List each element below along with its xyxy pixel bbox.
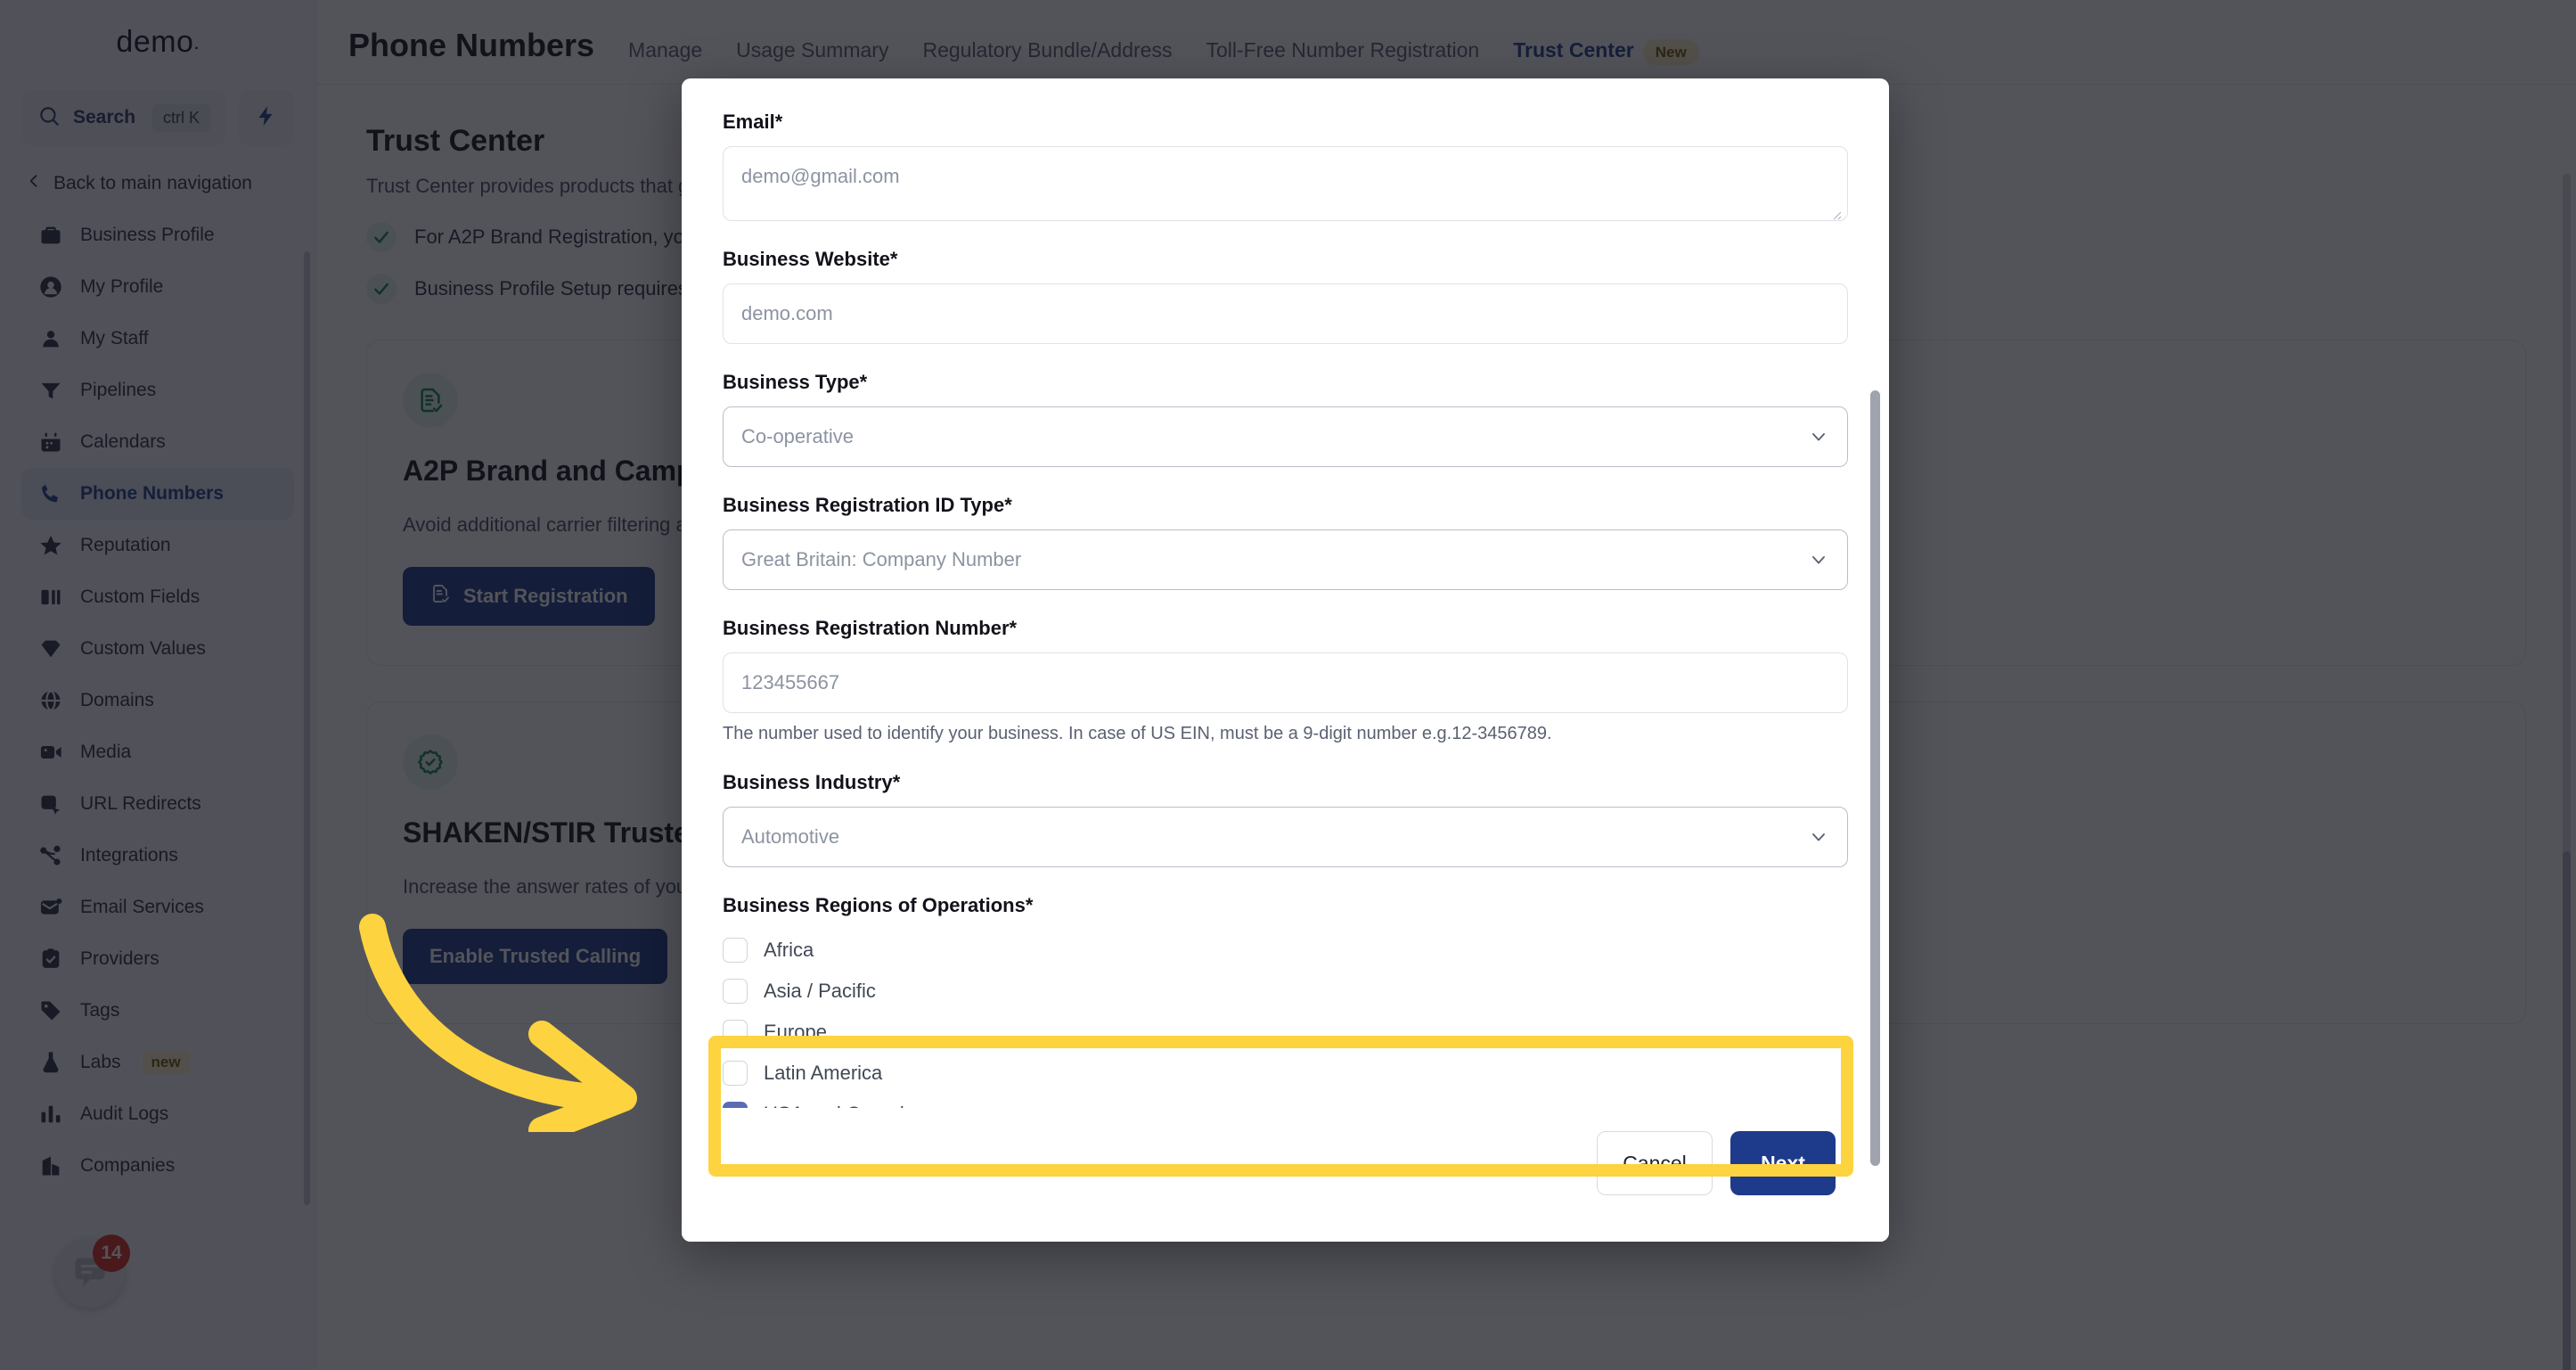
checkbox-label: Europe bbox=[764, 1021, 827, 1043]
field-label: Business Industry* bbox=[723, 771, 901, 793]
cancel-button[interactable]: Cancel bbox=[1597, 1131, 1713, 1195]
business-profile-modal: Email* demo@gmail.com Business Website* … bbox=[682, 78, 1889, 1242]
business-industry-select[interactable]: Automotive bbox=[723, 807, 1848, 867]
modal-scrollbar[interactable] bbox=[1870, 390, 1880, 1166]
regions-checkbox-list: Africa Asia / Pacific Europe Latin Ameri… bbox=[723, 930, 1848, 1135]
business-registration-id-type-value: Great Britain: Company Number bbox=[741, 548, 1022, 570]
field-label: Business Registration Number* bbox=[723, 617, 1018, 639]
resize-grip-icon[interactable] bbox=[1829, 202, 1842, 220]
business-registration-id-type-select[interactable]: Great Britain: Company Number bbox=[723, 529, 1848, 590]
checkbox-label: Latin America bbox=[764, 1062, 883, 1084]
field-business-type: Business Type* Co-operative bbox=[723, 371, 1848, 467]
business-type-value: Co-operative bbox=[741, 425, 854, 447]
business-registration-number-help: The number used to identify your busines… bbox=[723, 724, 1552, 743]
email-value: demo@gmail.com bbox=[741, 165, 900, 187]
next-button[interactable]: Next bbox=[1730, 1131, 1836, 1195]
modal-form: Email* demo@gmail.com Business Website* … bbox=[682, 78, 1889, 1242]
business-registration-number-value: 123455667 bbox=[741, 671, 840, 693]
field-business-regions-of-operations: Business Regions of Operations* Africa A… bbox=[723, 894, 1848, 1135]
email-field[interactable]: demo@gmail.com bbox=[723, 146, 1848, 221]
checkbox-asia-pacific[interactable] bbox=[723, 979, 748, 1004]
field-business-website: Business Website* demo.com bbox=[723, 248, 1848, 344]
field-label: Business Regions of Operations* bbox=[723, 894, 1034, 916]
field-label: Business Website* bbox=[723, 248, 898, 270]
field-business-industry: Business Industry* Automotive bbox=[723, 771, 1848, 867]
field-label: Email* bbox=[723, 111, 783, 133]
checkbox-label: Africa bbox=[764, 939, 814, 961]
checkbox-row-europe[interactable]: Europe bbox=[723, 1012, 1848, 1053]
business-website-field[interactable]: demo.com bbox=[723, 283, 1848, 344]
chevron-down-icon bbox=[1808, 426, 1829, 447]
business-website-value: demo.com bbox=[741, 302, 833, 324]
checkbox-row-asia-pacific[interactable]: Asia / Pacific bbox=[723, 971, 1848, 1012]
checkbox-row-africa[interactable]: Africa bbox=[723, 930, 1848, 971]
business-registration-number-field[interactable]: 123455667 bbox=[723, 652, 1848, 713]
field-business-registration-id-type: Business Registration ID Type* Great Bri… bbox=[723, 494, 1848, 590]
business-type-select[interactable]: Co-operative bbox=[723, 406, 1848, 467]
screen-root: demo. Search ctrl K bbox=[0, 0, 2576, 1370]
field-email: Email* demo@gmail.com bbox=[723, 111, 1848, 221]
field-label: Business Type* bbox=[723, 371, 868, 393]
checkbox-europe[interactable] bbox=[723, 1020, 748, 1045]
field-business-registration-number: Business Registration Number* 123455667 … bbox=[723, 617, 1848, 744]
checkbox-latin-america[interactable] bbox=[723, 1061, 748, 1086]
business-industry-value: Automotive bbox=[741, 825, 840, 848]
checkbox-label: Asia / Pacific bbox=[764, 980, 876, 1002]
modal-footer: Cancel Next bbox=[682, 1108, 1889, 1242]
chevron-down-icon bbox=[1808, 549, 1829, 570]
checkbox-row-latin-america[interactable]: Latin America bbox=[723, 1053, 1848, 1094]
checkbox-africa[interactable] bbox=[723, 938, 748, 963]
chevron-down-icon bbox=[1808, 826, 1829, 848]
field-label: Business Registration ID Type* bbox=[723, 494, 1012, 516]
